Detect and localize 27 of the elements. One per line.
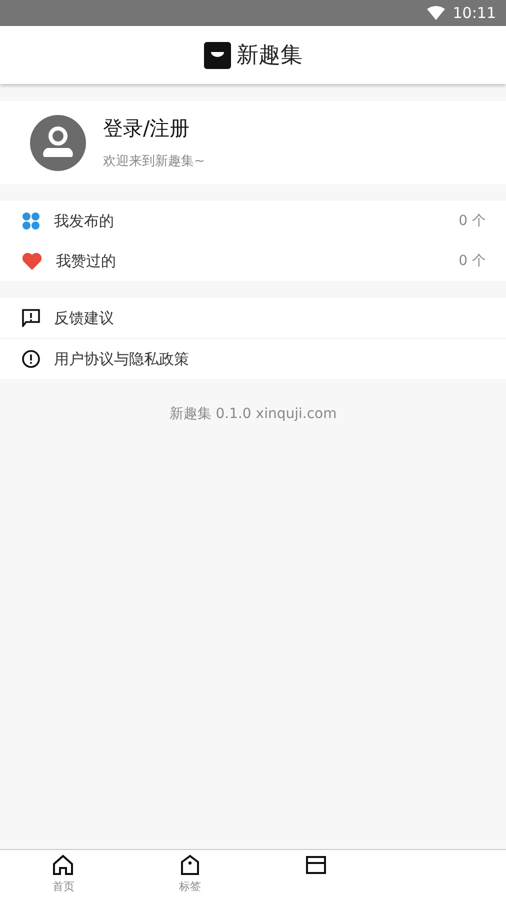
alert-icon — [22, 350, 40, 368]
logo-icon — [204, 42, 230, 68]
count-text: 0 个 — [458, 252, 486, 270]
menu-label: 我赞过的 — [56, 252, 117, 270]
menu-row[interactable]: 我发布的 0 个 — [0, 201, 506, 241]
nav-label[interactable]: 标签 — [178, 879, 201, 894]
nav-label[interactable]: 首页 — [52, 879, 74, 894]
avatar-icon[interactable] — [30, 114, 86, 170]
menu-label: 用户协议与隐私政策 — [54, 350, 190, 368]
menu-label: 我发布的 — [54, 212, 115, 230]
welcome-text: 欢迎来到新趣集~ — [103, 153, 205, 170]
feedback-icon — [22, 309, 40, 327]
login-link[interactable]: 登录/注册 — [103, 115, 205, 142]
version-text: 新趣集 0.1.0 xinquji.com — [169, 406, 337, 422]
heart-icon — [22, 252, 42, 270]
grid-icon — [22, 212, 40, 230]
menu-row[interactable]: 我赞过的 0 个 — [0, 241, 506, 281]
app-title: 新趣集 — [236, 42, 302, 70]
count-text: 0 个 — [458, 212, 486, 230]
card-icon[interactable] — [305, 854, 328, 876]
menu-row[interactable]: 用户协议与隐私政策 — [0, 338, 506, 379]
home-icon[interactable] — [52, 854, 74, 876]
tag-icon[interactable] — [178, 854, 201, 876]
menu-row[interactable]: 反馈建议 — [0, 298, 506, 338]
wifi-icon — [426, 6, 445, 20]
status-time: 10:11 — [452, 4, 496, 22]
menu-label: 反馈建议 — [54, 308, 115, 328]
